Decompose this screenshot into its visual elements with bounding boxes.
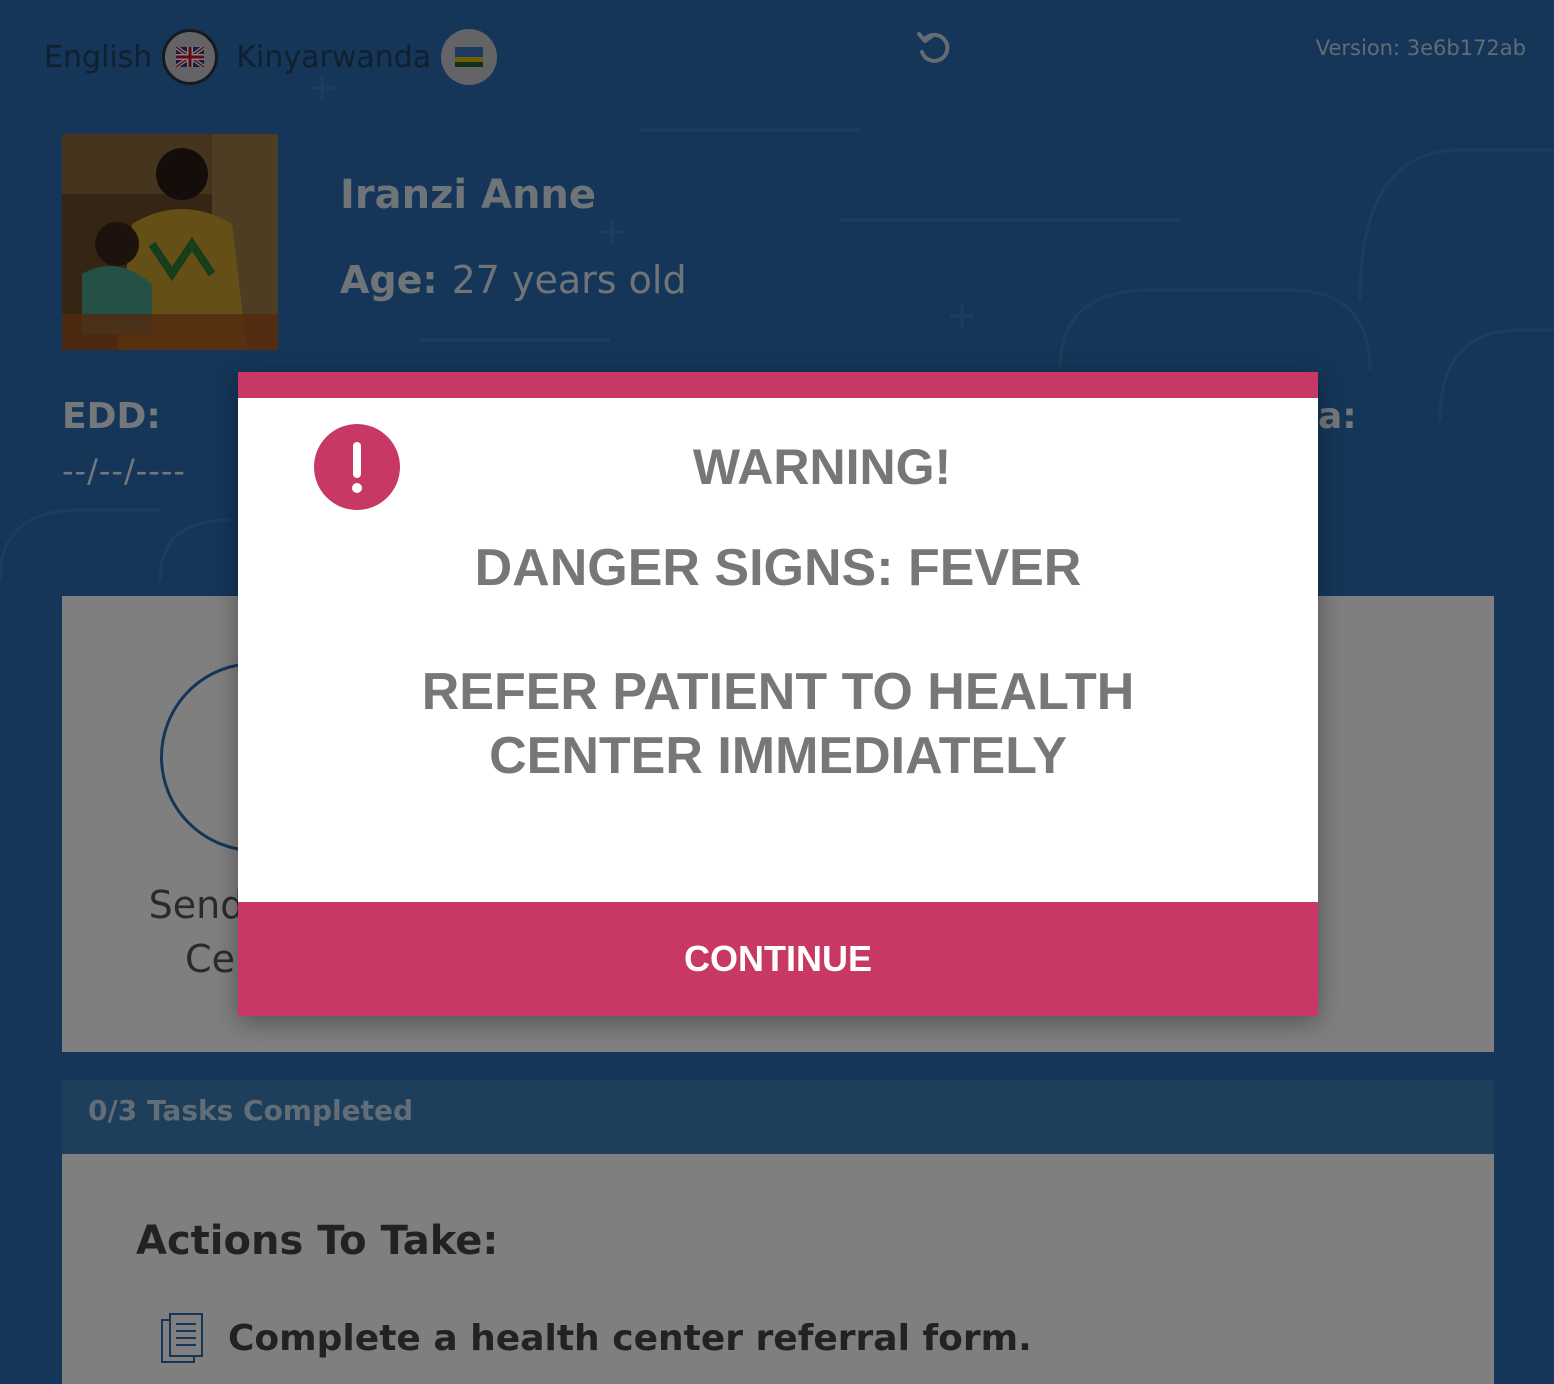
modal-title: WARNING! <box>692 439 952 495</box>
warning-dialog: WARNING! DANGER SIGNS: FEVER REFER PATIE… <box>238 372 1318 1016</box>
referral-message: REFER PATIENT TO HEALTH CENTER IMMEDIATE… <box>421 663 1135 785</box>
danger-signs-message: DANGER SIGNS: FEVER <box>474 539 1082 597</box>
continue-button[interactable]: CONTINUE <box>238 902 1318 1016</box>
modal-accent-bar <box>238 372 1318 398</box>
